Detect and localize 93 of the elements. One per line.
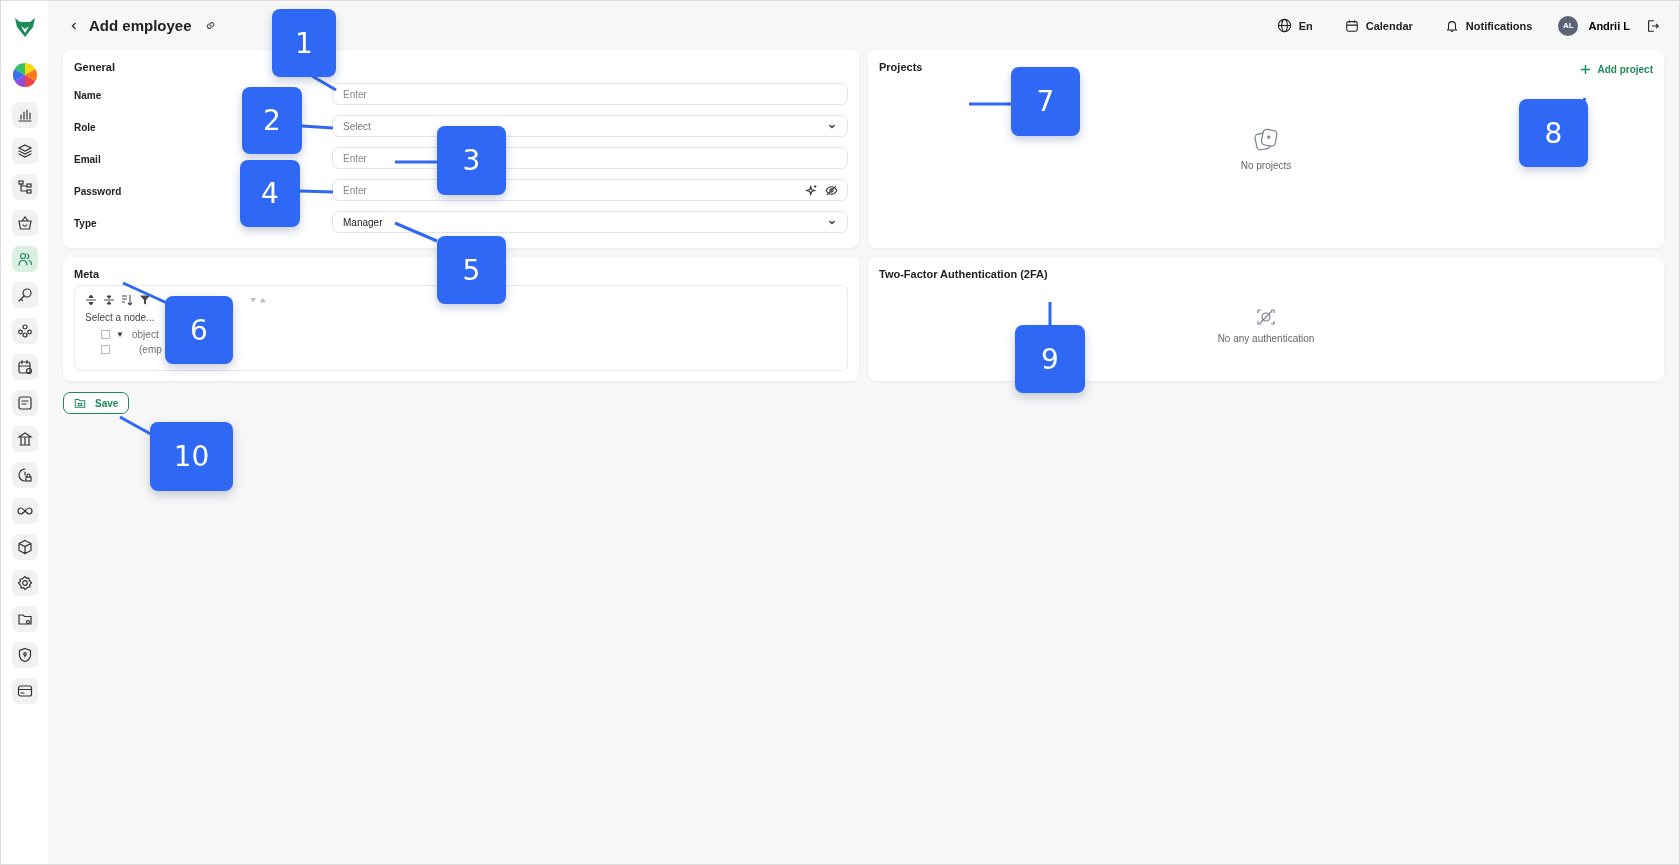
editor-hint: Select a node... [85, 312, 156, 323]
callout-marker: 2 [242, 87, 302, 154]
sort-icon[interactable] [121, 294, 133, 306]
nav-button[interactable] [11, 462, 38, 488]
globe-icon [1276, 18, 1292, 33]
checkbox[interactable] [101, 345, 110, 354]
folder-icon [16, 611, 33, 627]
note-icon [16, 395, 33, 411]
users-icon [16, 251, 33, 267]
card-title: Two-Factor Authentication (2FA) [879, 268, 1049, 280]
select-dropdown[interactable]: Select [332, 115, 848, 137]
leader-line [969, 102, 1011, 106]
field-label: Role [74, 122, 96, 133]
empty-message: No projects [1240, 159, 1292, 171]
nav-button[interactable] [11, 534, 38, 560]
no-authentication-icon [1256, 307, 1276, 327]
nav-button[interactable] [11, 426, 38, 452]
field-label: Type [74, 218, 97, 229]
tree-node-label: object [132, 329, 159, 340]
save-button[interactable]: Save [63, 392, 130, 414]
password-input[interactable]: Enter [332, 179, 848, 201]
gear-icon [16, 575, 33, 591]
callout-marker: 9 [1015, 325, 1085, 393]
nav-button[interactable] [11, 570, 38, 596]
field-label: Name [74, 90, 102, 101]
shield-icon [16, 647, 33, 663]
leader-line [394, 221, 438, 243]
card-title: Projects [879, 61, 923, 73]
nav-button[interactable] [11, 678, 38, 704]
leader-line [1048, 302, 1052, 325]
nav-button[interactable] [11, 282, 38, 308]
nav-button[interactable] [11, 642, 38, 668]
link-icon[interactable] [203, 19, 217, 32]
checkbox[interactable] [101, 330, 110, 339]
expand-toggle[interactable]: ▼ [116, 330, 126, 339]
bank-icon [16, 431, 33, 447]
layers-icon [16, 143, 33, 159]
cube-icon [16, 539, 33, 555]
card-icon [16, 683, 33, 699]
calendar-plus-icon [16, 359, 33, 375]
callout-marker: 5 [437, 236, 506, 304]
chevron-left-icon [69, 20, 79, 31]
calendar-icon [1344, 18, 1359, 33]
leader-line [311, 74, 337, 92]
notifications-button[interactable]: Notifications [1438, 17, 1539, 34]
user-name: Andrii L [1588, 19, 1630, 32]
eye-slash-icon[interactable] [825, 184, 838, 197]
key-icon [16, 287, 33, 303]
plus-icon [1580, 64, 1592, 75]
callout-marker: 6 [165, 296, 233, 364]
bar-chart-icon [16, 107, 33, 123]
expand-all-icon[interactable] [85, 294, 97, 306]
color-wheel-icon[interactable] [12, 63, 37, 87]
logout-icon[interactable] [1646, 18, 1660, 33]
hierarchy-icon [16, 179, 33, 195]
nav-button[interactable] [11, 606, 38, 632]
tree-node-label: (emp [139, 344, 162, 355]
bell-icon [1444, 18, 1459, 33]
field-label: Password [74, 186, 122, 197]
card-title: General [74, 61, 115, 73]
callout-marker: 4 [240, 160, 300, 227]
fox-logo-icon[interactable] [12, 15, 37, 39]
calendar-button[interactable]: Calendar [1338, 17, 1419, 34]
leader-line [301, 124, 334, 130]
add-project-button[interactable]: Add project [1580, 64, 1653, 75]
language-button[interactable]: En [1270, 17, 1319, 34]
page-title: Add employee [89, 17, 192, 34]
nav-button[interactable] [11, 138, 38, 164]
leader-line [122, 281, 168, 305]
text-input[interactable]: Enter [332, 83, 848, 105]
field-label: Email [74, 154, 101, 165]
filter-icon[interactable] [139, 294, 151, 306]
sparkle-icon[interactable] [805, 184, 818, 197]
callout-marker: 10 [150, 422, 233, 491]
nav-button[interactable] [11, 318, 38, 344]
leader-line [395, 160, 437, 164]
callout-marker: 3 [437, 126, 506, 195]
basket-icon [16, 215, 33, 231]
card-title: Meta [74, 268, 100, 280]
nav-button[interactable] [11, 354, 38, 380]
user-avatar[interactable]: AL [1558, 15, 1579, 36]
callout-marker: 8 [1519, 99, 1588, 167]
nav-button[interactable] [11, 210, 38, 236]
nav-button[interactable] [11, 174, 38, 200]
collapse-all-icon[interactable] [103, 294, 115, 306]
select-dropdown[interactable]: Manager [332, 211, 848, 233]
empty-message: No any authentication [1217, 333, 1315, 344]
people-group-icon [16, 323, 33, 339]
nav-button[interactable] [11, 498, 38, 524]
leader-line [299, 189, 334, 194]
callout-marker: 1 [272, 9, 336, 77]
folder-icon [74, 397, 86, 409]
callout-marker: 7 [1011, 67, 1080, 136]
